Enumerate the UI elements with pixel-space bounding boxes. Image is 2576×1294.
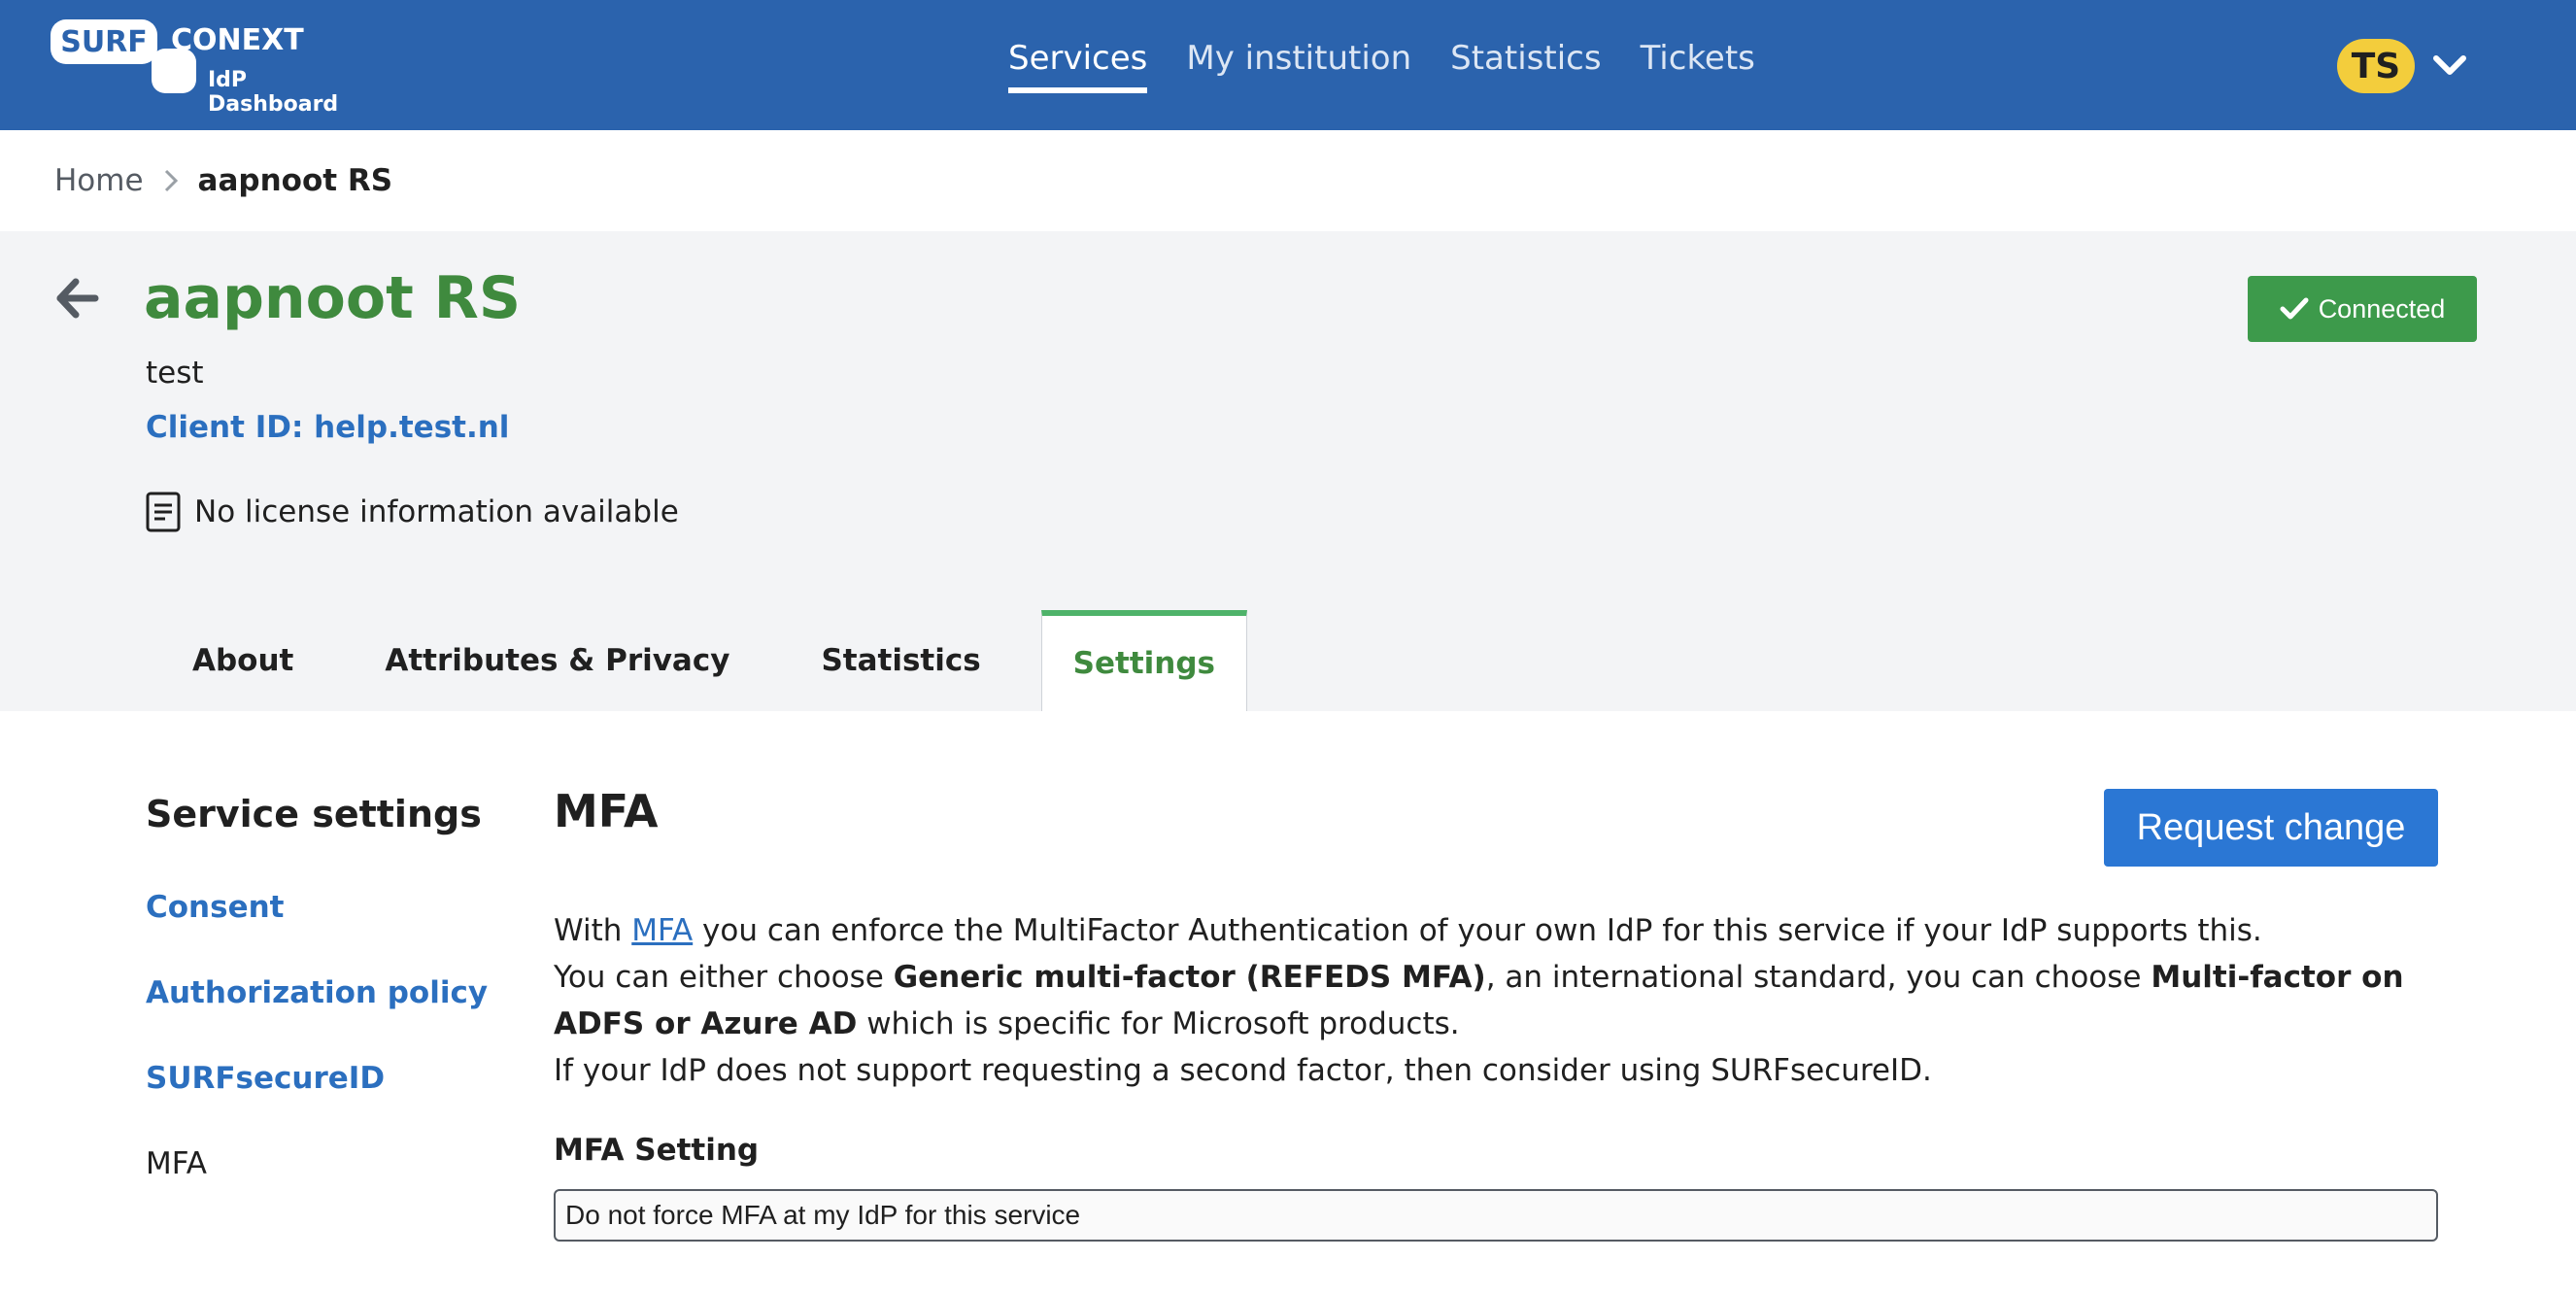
mfa-description: With MFA you can enforce the MultiFactor… (554, 907, 2442, 1094)
text: you can enforce the MultiFactor Authenti… (693, 913, 2262, 948)
logo-title: CONEXT (171, 23, 304, 57)
main-nav: Services My institution Statistics Ticke… (1008, 39, 1755, 93)
sidebar-item-surfsecureid[interactable]: SURFsecureID (146, 1061, 385, 1096)
bold-text: Generic multi-factor (REFEDS MFA) (893, 960, 1486, 995)
mfa-section-title: MFA (554, 785, 659, 837)
service-description: test (146, 356, 204, 391)
license-info: No license information available (146, 492, 679, 532)
mfa-paragraph-3: If your IdP does not support requesting … (554, 1053, 1932, 1088)
text: which is specific for Microsoft products… (857, 1006, 1460, 1041)
chevron-right-icon (164, 169, 178, 192)
nav-services[interactable]: Services (1008, 39, 1148, 93)
tab-attributes-privacy[interactable]: Attributes & Privacy (354, 610, 761, 711)
text: You can either choose (554, 960, 894, 995)
breadcrumb-current: aapnoot RS (197, 163, 393, 198)
document-icon (146, 492, 181, 532)
tab-settings[interactable]: Settings (1040, 610, 1247, 711)
nav-my-institution[interactable]: My institution (1186, 39, 1411, 93)
breadcrumb-home[interactable]: Home (54, 163, 144, 198)
tab-statistics[interactable]: Statistics (790, 610, 1011, 711)
mfa-paragraph-1: With MFA you can enforce the MultiFactor… (554, 907, 2442, 954)
text: With (554, 913, 632, 948)
chevron-down-icon[interactable] (2430, 49, 2469, 84)
sidebar-item-mfa[interactable]: MFA (146, 1146, 207, 1181)
mfa-setting-label: MFA Setting (554, 1133, 760, 1168)
nav-tickets[interactable]: Tickets (1641, 39, 1755, 93)
mfa-paragraph-2: You can either choose Generic multi-fact… (554, 954, 2442, 1047)
surfconext-logo[interactable]: SURF CONEXT IdP Dashboard (51, 19, 381, 117)
top-navigation-bar: SURF CONEXT IdP Dashboard Services My in… (0, 0, 2576, 130)
sidebar-title: Service settings (146, 793, 482, 835)
check-icon (2280, 297, 2309, 320)
connected-status-badge: Connected (2248, 276, 2477, 342)
logo-badge: SURF (51, 19, 157, 64)
service-tabs: About Attributes & Privacy Statistics Se… (161, 610, 1276, 711)
user-avatar[interactable]: TS (2337, 39, 2415, 93)
nav-statistics[interactable]: Statistics (1450, 39, 1601, 93)
mfa-link[interactable]: MFA (631, 913, 693, 948)
license-text: No license information available (194, 494, 679, 529)
mfa-setting-select[interactable]: Do not force MFA at my IdP for this serv… (554, 1189, 2438, 1242)
request-change-button[interactable]: Request change (2104, 789, 2438, 867)
logo-subtitle: IdP Dashboard (208, 68, 339, 117)
sidebar-item-authorization-policy[interactable]: Authorization policy (146, 975, 488, 1010)
connected-label: Connected (2318, 293, 2446, 324)
arrow-left-icon[interactable] (52, 274, 101, 323)
text: , an international standard, you can cho… (1485, 960, 2152, 995)
service-title: aapnoot RS (144, 264, 522, 332)
client-id: Client ID: help.test.nl (146, 410, 510, 445)
breadcrumb: Home aapnoot RS (54, 159, 392, 202)
tab-about[interactable]: About (161, 610, 324, 711)
sidebar-item-consent[interactable]: Consent (146, 890, 284, 925)
